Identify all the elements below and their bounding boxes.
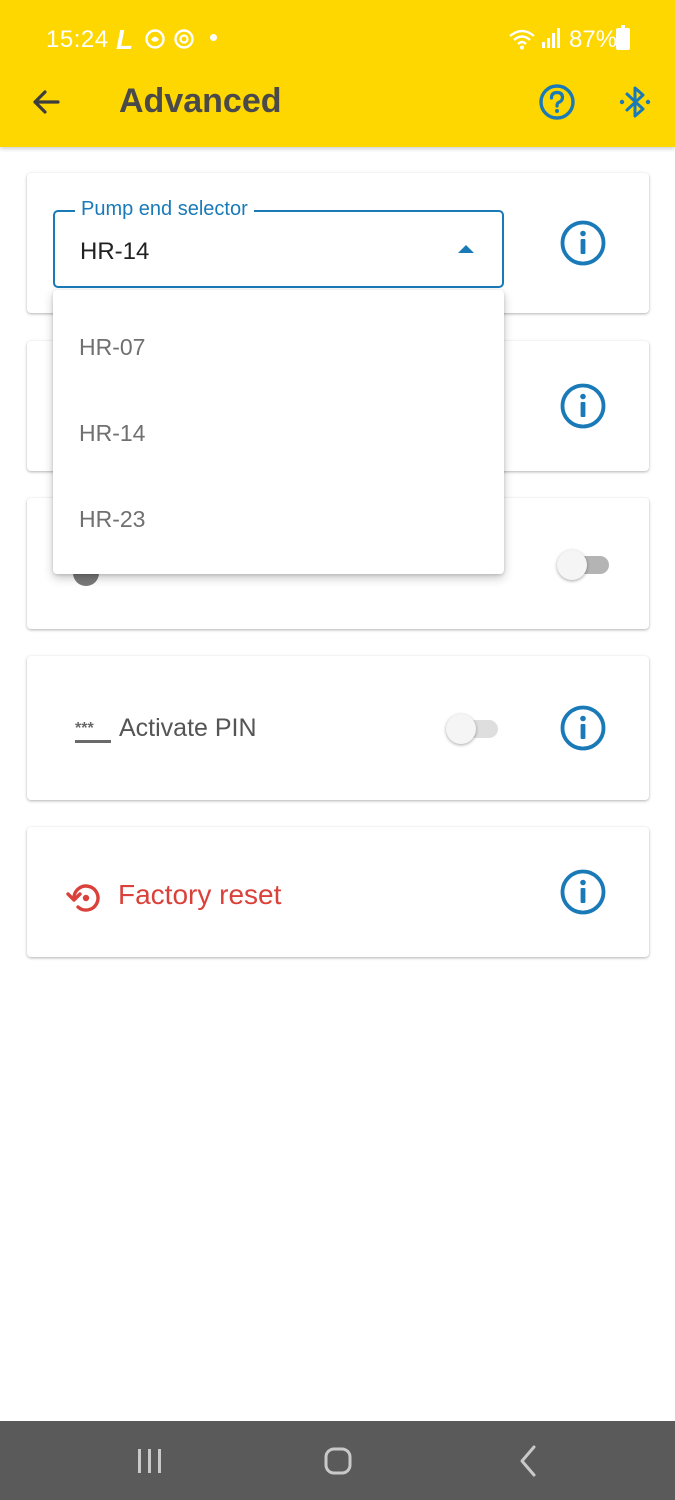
- activate-pin-label: Activate PIN: [119, 714, 257, 742]
- activate-pin-card: *** Activate PIN: [27, 656, 649, 800]
- pin-icon-stars: ***: [75, 720, 94, 737]
- help-icon[interactable]: [538, 83, 576, 121]
- dropdown-option-hr-07[interactable]: HR-07: [53, 304, 504, 390]
- back-arrow-icon[interactable]: [28, 84, 64, 120]
- back-nav-icon[interactable]: [508, 1441, 548, 1481]
- page-title: Advanced: [119, 82, 282, 120]
- home-icon[interactable]: [318, 1441, 358, 1481]
- bluetooth-icon[interactable]: [618, 83, 652, 121]
- activate-pin-toggle[interactable]: [446, 714, 498, 744]
- battery-icon: [616, 25, 630, 50]
- pump-end-select-value: HR-14: [80, 238, 150, 265]
- factory-reset-card[interactable]: Factory reset: [27, 827, 649, 957]
- caret-up-icon: [458, 245, 474, 253]
- setting-toggle[interactable]: [557, 550, 609, 580]
- notification-target-icon: [174, 29, 194, 49]
- toggle-thumb: [557, 550, 587, 580]
- more-notifications-dot: [210, 34, 217, 41]
- restore-icon: [66, 884, 100, 912]
- notification-circle-icon: [145, 29, 165, 49]
- dropdown-option-hr-14[interactable]: HR-14: [53, 390, 504, 476]
- recent-apps-icon[interactable]: [130, 1441, 170, 1481]
- pump-end-select-label: Pump end selector: [75, 198, 254, 221]
- pump-end-dropdown-menu: HR-07 HR-14 HR-23: [53, 290, 504, 574]
- info-icon[interactable]: [559, 219, 607, 267]
- info-icon[interactable]: [559, 868, 607, 916]
- status-bar: 15:24 L 87%: [0, 0, 675, 78]
- pin-icon: ***: [75, 720, 111, 743]
- app-header: 15:24 L 87% Advanced: [0, 0, 675, 147]
- battery-percent: 87%: [569, 26, 618, 53]
- pump-end-select[interactable]: Pump end selector HR-14: [53, 198, 504, 288]
- pin-icon-underline: [75, 740, 111, 743]
- info-icon[interactable]: [559, 382, 607, 430]
- system-nav-bar: [0, 1421, 675, 1500]
- toggle-thumb: [446, 714, 476, 744]
- signal-icon: [542, 28, 560, 48]
- dropdown-option-hr-23[interactable]: HR-23: [53, 476, 504, 562]
- factory-reset-label: Factory reset: [118, 879, 282, 910]
- app-notification-icon: L: [116, 24, 134, 55]
- info-icon[interactable]: [559, 704, 607, 752]
- status-time: 15:24: [46, 26, 109, 53]
- wifi-icon: [509, 29, 535, 50]
